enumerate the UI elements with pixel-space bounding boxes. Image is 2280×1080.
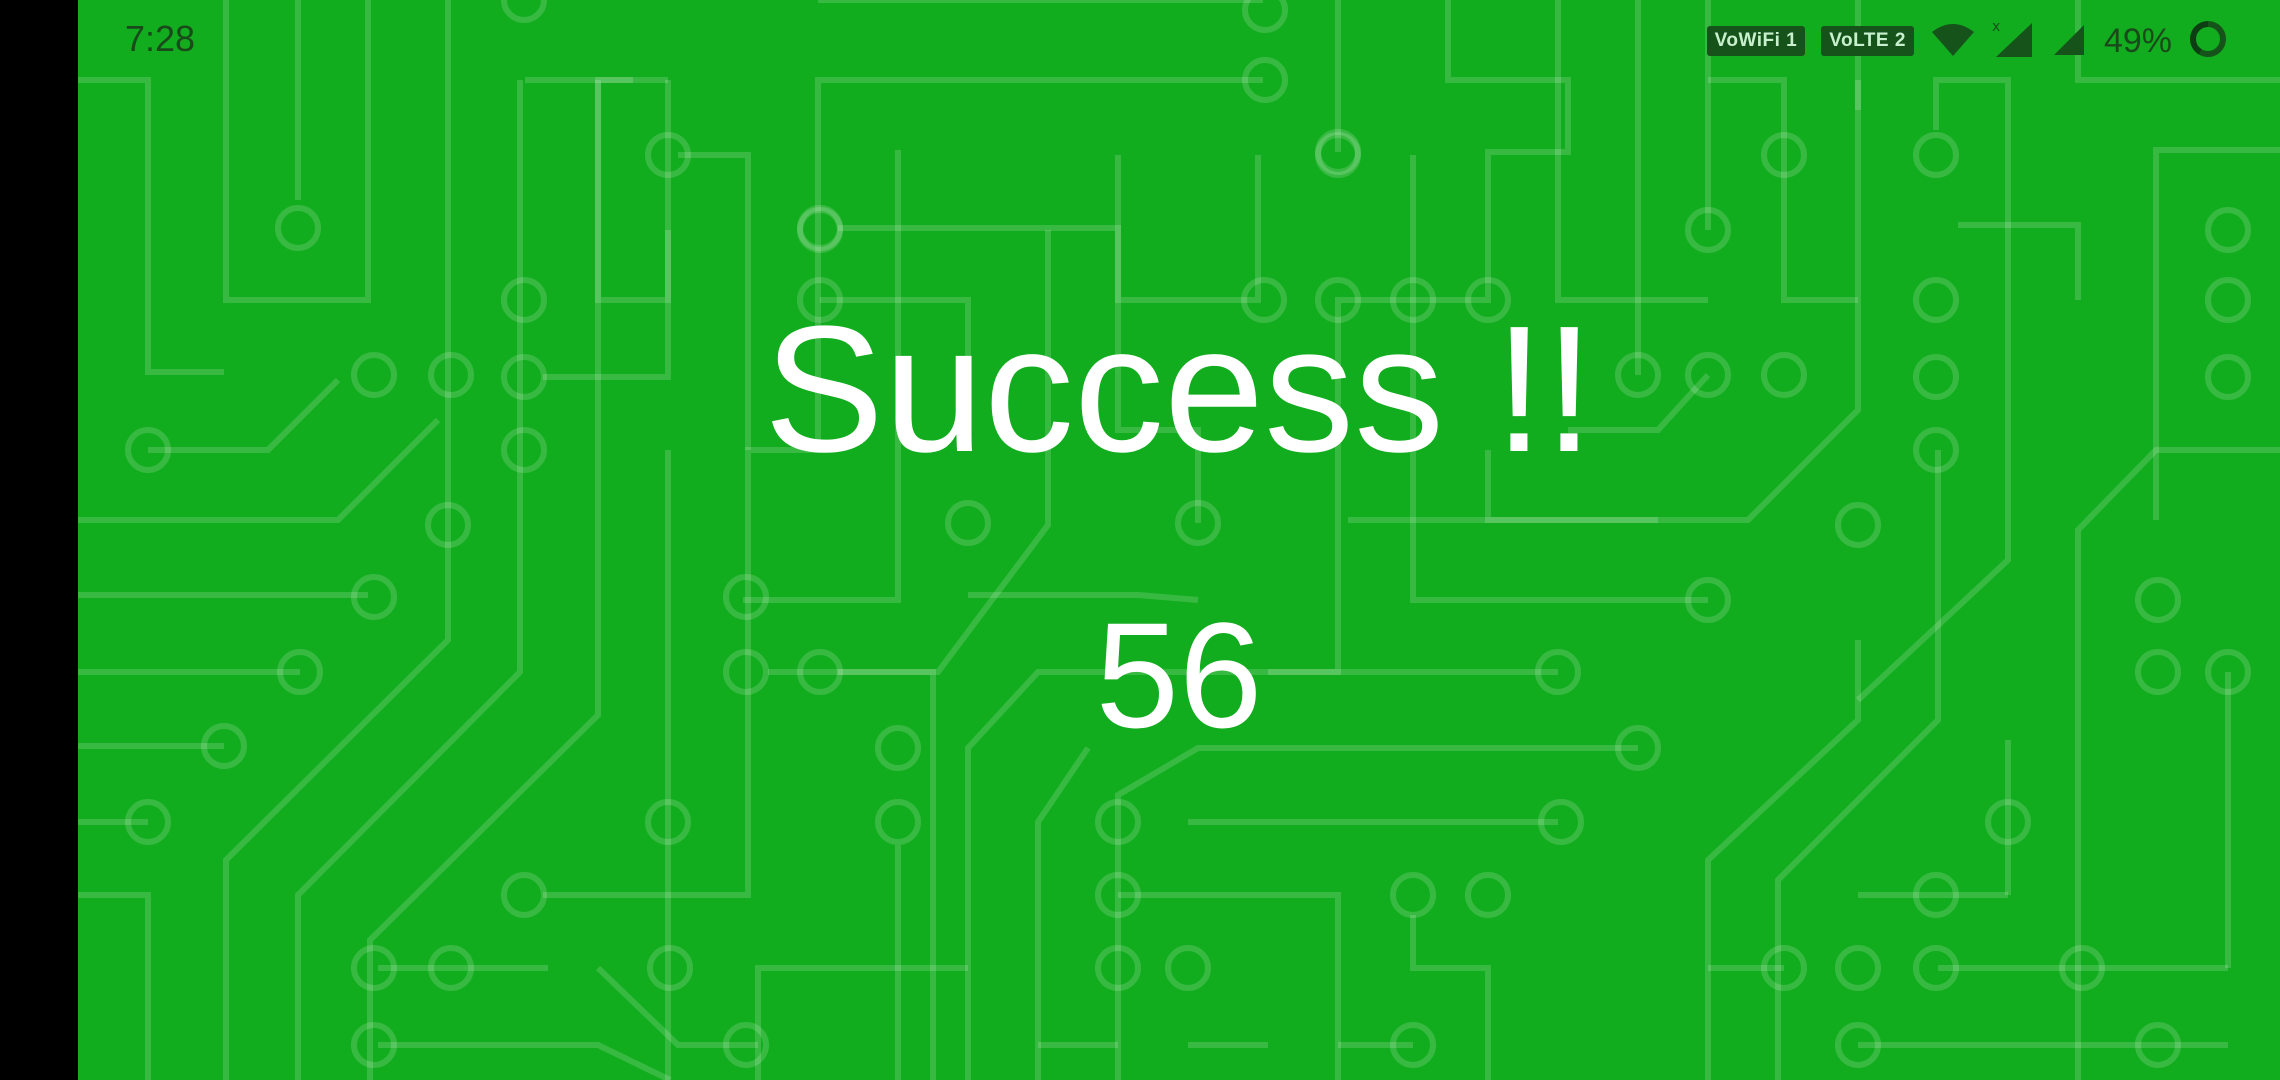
game-screen: 7:28 VoWiFi 1 VoLTE 2 x 49% Success !! 5… bbox=[78, 0, 2280, 1080]
svg-text:x: x bbox=[1992, 19, 2000, 35]
score-value: 56 bbox=[1095, 591, 1263, 759]
vowifi-badge: VoWiFi 1 bbox=[1706, 26, 1806, 56]
battery-icon bbox=[2188, 19, 2228, 64]
signal-icon-2 bbox=[2052, 21, 2088, 62]
status-time: 7:28 bbox=[125, 18, 196, 59]
status-icons: VoWiFi 1 VoLTE 2 x 49% bbox=[1706, 16, 2228, 66]
battery-percent: 49% bbox=[2103, 21, 2172, 60]
signal-icon: x bbox=[1992, 19, 2036, 64]
status-bar: 7:28 VoWiFi 1 VoLTE 2 x 49% bbox=[78, 0, 2280, 80]
circuit-background bbox=[78, 0, 2280, 1080]
success-headline: Success !! bbox=[763, 289, 1595, 490]
volte-badge: VoLTE 2 bbox=[1821, 26, 1914, 56]
wifi-icon bbox=[1930, 22, 1976, 61]
